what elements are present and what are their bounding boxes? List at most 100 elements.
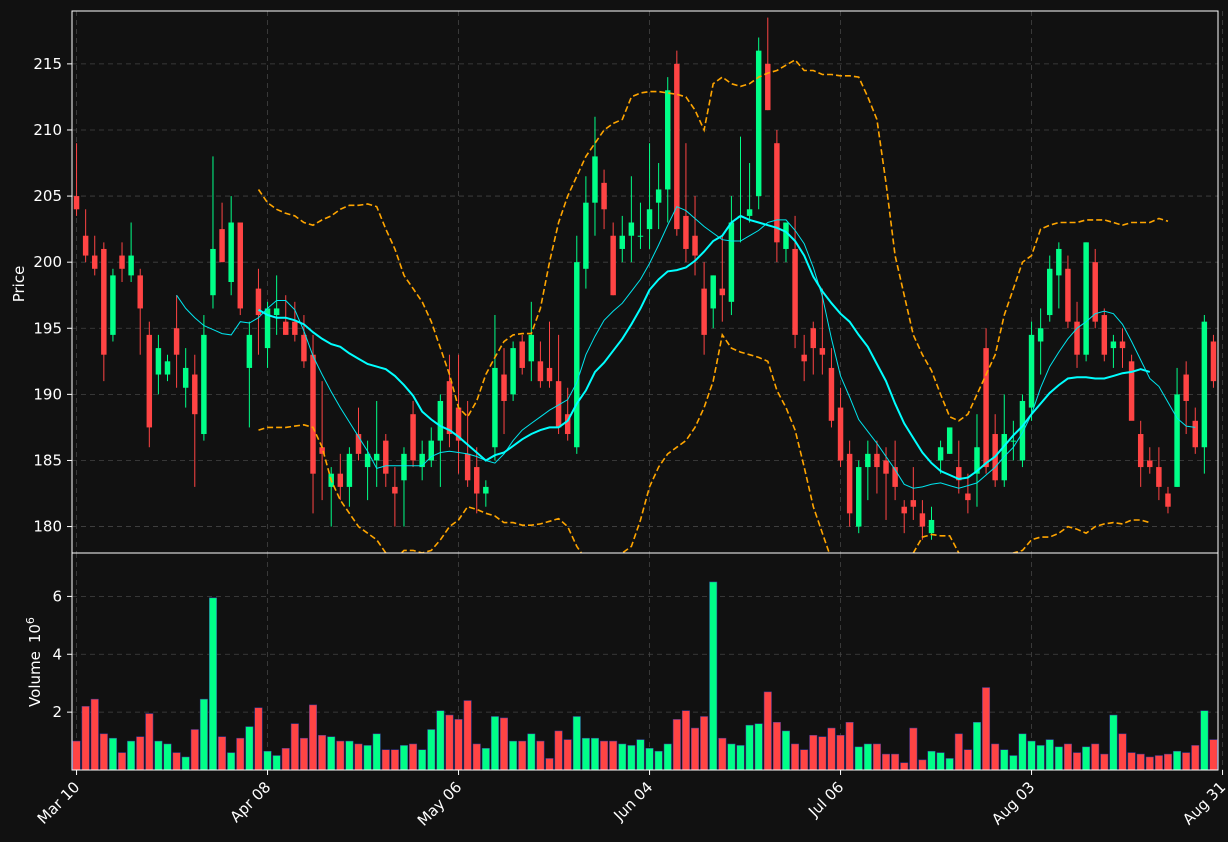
candle-body (701, 288, 707, 335)
volume-bar (1045, 739, 1054, 771)
volume-bar (654, 750, 663, 771)
volume-bar (199, 698, 208, 771)
candle-body (1010, 440, 1017, 442)
volume-bar (1209, 739, 1218, 771)
volume-bar (945, 758, 954, 771)
candle-body (228, 222, 234, 282)
candle-body (137, 275, 143, 309)
volume-bar (372, 733, 381, 771)
candle-body (574, 262, 580, 448)
candle-body (710, 275, 716, 309)
volume-bar (618, 743, 627, 771)
candle-body (846, 453, 853, 514)
candle-body (92, 255, 98, 269)
volume-bar (1109, 714, 1118, 771)
candle-body (1183, 374, 1189, 401)
volume-bar (581, 737, 590, 771)
volume-bar (290, 723, 299, 771)
candle-body (419, 453, 425, 468)
candle-body (1019, 400, 1026, 461)
volume-bar (436, 710, 445, 771)
volume-bar (900, 762, 909, 771)
price-tick-label: 180 (33, 518, 62, 536)
volume-bar (763, 691, 772, 771)
candle-body (874, 453, 880, 468)
volume-bar (463, 700, 472, 771)
volume-bar (563, 739, 572, 771)
candle-body (810, 328, 816, 349)
candle-body (819, 348, 826, 355)
candle-body (519, 341, 525, 368)
candle-body (392, 486, 398, 494)
candle-body (728, 222, 735, 302)
volume-tick-label: 4 (52, 645, 62, 663)
volume-bar (709, 581, 718, 771)
volume-bar (309, 704, 318, 771)
volume-bar (227, 752, 236, 771)
volume-bar (590, 737, 599, 771)
volume-bar (1191, 745, 1200, 771)
volume-bar (454, 719, 463, 771)
candle-body (646, 209, 653, 230)
candle-body (1128, 361, 1135, 421)
candle-body (210, 248, 216, 296)
price-tick-label: 215 (33, 55, 62, 73)
volume-bar (1136, 753, 1145, 771)
volume-bar (1027, 740, 1036, 771)
volume-bar (1127, 752, 1136, 771)
candle-body (474, 467, 480, 494)
volume-bar (736, 745, 745, 771)
volume-bar (181, 756, 190, 771)
price-tick-label: 190 (33, 385, 62, 403)
volume-bar (299, 737, 308, 771)
candle-body (837, 407, 844, 461)
volume-bar (691, 727, 700, 771)
volume-bar (609, 740, 618, 771)
volume-bar (245, 726, 254, 771)
volume-bar (600, 740, 609, 771)
volume-bar (381, 749, 390, 771)
candle-body (292, 321, 298, 335)
candle-body (1056, 248, 1062, 276)
candle-body (601, 182, 607, 210)
volume-bar (354, 743, 363, 771)
volume-bar (781, 730, 790, 771)
volume-bar (90, 698, 99, 771)
candle-body (246, 334, 253, 368)
candle-body (73, 196, 80, 210)
volume-tick-label: 2 (52, 703, 62, 721)
volume-bar (418, 749, 427, 771)
volume-tick-label: 6 (52, 587, 62, 605)
volume-bar (136, 736, 145, 771)
volume-bar (409, 743, 418, 771)
candle-body (1047, 268, 1053, 316)
candle-body (1028, 334, 1035, 408)
volume-bar (663, 743, 672, 771)
candle-body (801, 354, 807, 362)
volume-bar (154, 740, 163, 771)
candle-body (446, 381, 453, 435)
candle-body (1147, 460, 1153, 468)
candle-body (310, 354, 316, 474)
volume-bar (336, 740, 345, 771)
volume-bar (872, 743, 881, 771)
volume-bar (163, 743, 172, 771)
candle-body (719, 288, 726, 296)
candle-body (173, 328, 180, 355)
volume-bar (527, 733, 536, 771)
candle-body (1101, 315, 1108, 355)
candle-body (337, 473, 344, 487)
candle-body (128, 255, 134, 276)
volume-bar (1100, 753, 1109, 771)
candle-body (865, 453, 871, 468)
candle-body (1065, 268, 1071, 322)
volume-bar (472, 743, 481, 771)
candle-body (283, 321, 289, 335)
volume-bar (1091, 743, 1100, 771)
volume-bar (327, 736, 336, 771)
volume-bar (1118, 733, 1127, 771)
candle-body (155, 348, 162, 375)
price-tick-label: 195 (33, 319, 62, 337)
candle-body (492, 367, 498, 448)
candle-body (428, 440, 434, 461)
